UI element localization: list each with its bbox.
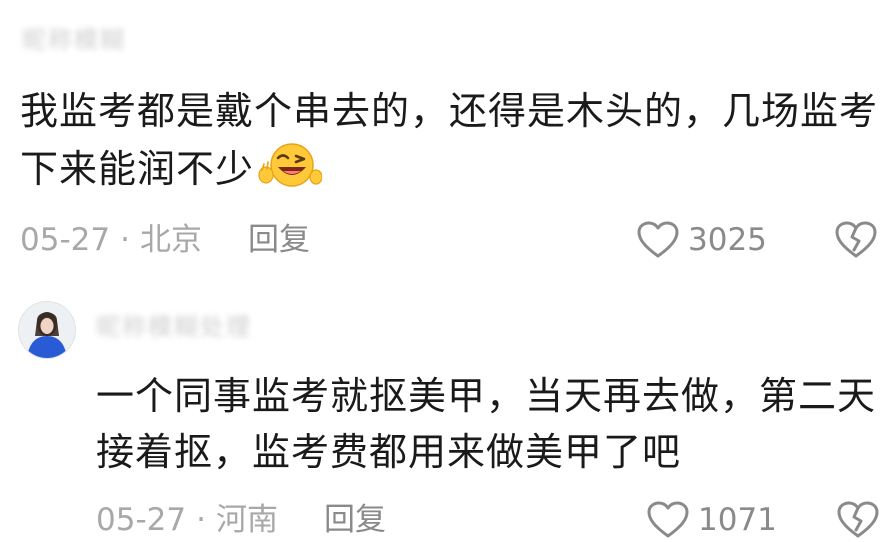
comment-1-text: 我监考都是戴个串去的，还得是木头的，几场监考下来能润不少: [20, 89, 879, 191]
heart-icon: [637, 221, 679, 258]
laughing-emoji-icon: [258, 143, 323, 187]
comment-1-like-count: 3025: [688, 222, 767, 258]
comment-1-meta: 05-27 · 北京 回复: [20, 218, 310, 262]
comment-1-date: 05-27: [20, 222, 111, 258]
comment-1-username[interactable]: 昵称模糊: [22, 22, 126, 58]
broken-heart-icon[interactable]: [834, 220, 878, 260]
comment-2-text: 一个同事监考就抠美甲，当天再去做，第二天接着抠，监考费都用来做美甲了吧: [96, 374, 877, 474]
broken-heart-icon[interactable]: [836, 500, 880, 540]
comment-2-avatar[interactable]: [18, 301, 76, 359]
heart-icon: [647, 501, 689, 538]
comment-2-like-count: 1071: [698, 502, 777, 538]
comment-1-meta-separator: ·: [120, 222, 130, 258]
comment-2-meta: 05-27 · 河南 回复: [96, 498, 386, 542]
comment-1-body: 我监考都是戴个串去的，还得是木头的，几场监考下来能润不少: [20, 82, 880, 198]
comment-1-reply-button[interactable]: 回复: [248, 222, 310, 258]
comment-1-like-button[interactable]: 3025: [636, 218, 767, 262]
comment-2-like-button[interactable]: 1071: [646, 498, 777, 542]
comment-2-reply-button[interactable]: 回复: [324, 502, 386, 538]
comment-2-location: 河南: [215, 502, 278, 538]
comment-2-username[interactable]: 昵称模糊处理: [96, 308, 252, 346]
user-avatar-icon: [19, 302, 75, 358]
comment-1-location: 北京: [139, 222, 202, 258]
comment-2-meta-separator: ·: [196, 502, 206, 538]
comment-2-date: 05-27: [96, 502, 187, 538]
